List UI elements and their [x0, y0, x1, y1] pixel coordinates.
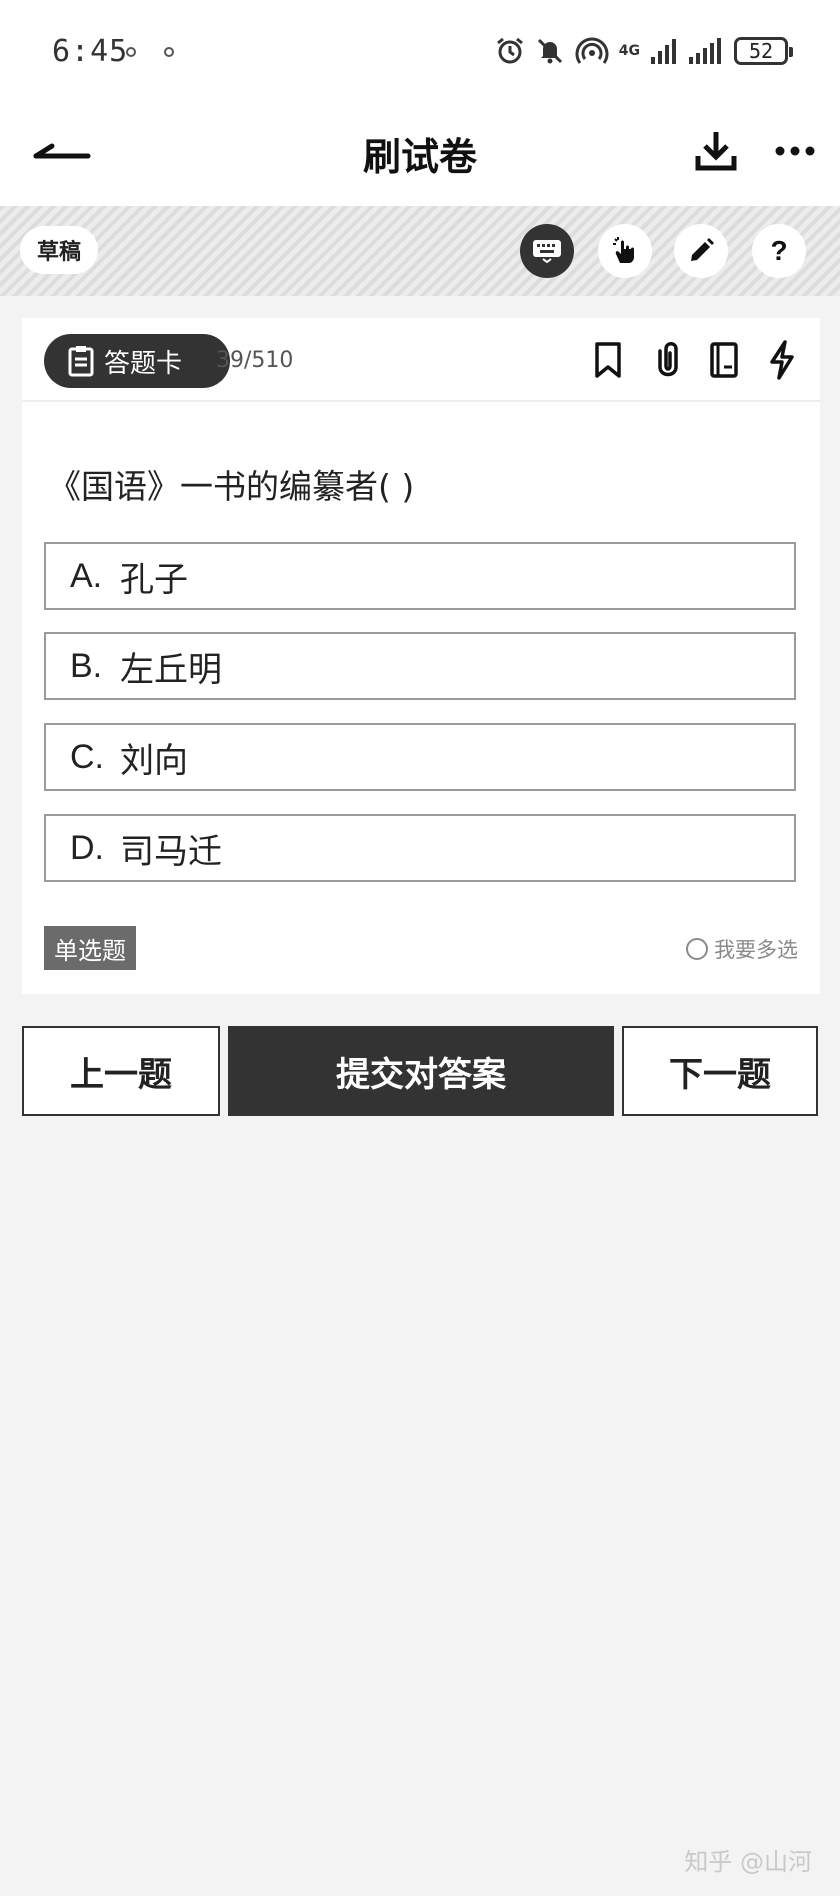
next-question-button[interactable]: 下一题 — [622, 1026, 818, 1116]
answer-card-label: 答题卡 — [104, 348, 183, 379]
paperclip-icon — [658, 342, 678, 377]
attachment-button[interactable] — [646, 338, 686, 382]
option-text: 刘向 — [120, 740, 188, 781]
option-text: 孔子 — [120, 559, 188, 600]
notes-button[interactable] — [704, 338, 744, 382]
touch-mode-button[interactable] — [598, 224, 652, 278]
mute-icon — [537, 38, 562, 64]
clipboard-icon — [68, 346, 94, 377]
signal-icon — [651, 39, 676, 64]
app-header: 刷试卷 — [0, 100, 840, 206]
notebook-icon — [710, 342, 738, 378]
status-icons: 4G 52 — [495, 34, 793, 68]
option-text: 左丘明 — [120, 649, 222, 690]
notification-dot-icon — [164, 47, 174, 57]
multi-select-toggle[interactable]: 我要多选 — [686, 934, 798, 964]
option-text: 司马迁 — [120, 831, 222, 872]
question-progress: 39/510 — [216, 348, 294, 373]
battery-level: 52 — [748, 39, 774, 63]
keyboard-icon — [533, 240, 561, 263]
bookmark-button[interactable] — [588, 338, 628, 382]
submit-answer-button[interactable]: 提交对答案 — [228, 1026, 614, 1116]
battery-icon: 52 — [734, 37, 793, 65]
draft-button[interactable]: 草稿 — [20, 226, 98, 274]
hand-pointer-icon — [613, 237, 634, 263]
pencil-icon — [691, 238, 714, 261]
answer-card-button[interactable]: 答题卡 — [44, 334, 230, 388]
lightning-icon — [770, 340, 794, 380]
option-letter: A. — [70, 556, 103, 595]
multi-select-label: 我要多选 — [714, 938, 798, 962]
question-text: 《国语》一书的编纂者( ) — [48, 467, 415, 506]
more-dots-icon — [775, 146, 815, 156]
question-type-badge: 单选题 — [44, 926, 136, 970]
network-type: 4G — [618, 43, 640, 59]
hotspot-icon — [575, 37, 609, 64]
bookmark-icon — [595, 342, 621, 378]
question-mark-icon: ? — [770, 235, 788, 266]
tool-bar: 草稿 ? — [0, 206, 840, 296]
pen-button[interactable] — [674, 224, 728, 278]
option-c[interactable]: C. 刘向 — [44, 723, 796, 791]
help-button[interactable]: ? — [752, 224, 806, 278]
status-time: 6:45 — [52, 34, 129, 69]
prev-question-button[interactable]: 上一题 — [22, 1026, 220, 1116]
quick-mode-button[interactable] — [762, 338, 802, 382]
option-letter: D. — [70, 828, 104, 867]
back-arrow-icon — [33, 143, 91, 159]
option-d[interactable]: D. 司马迁 — [44, 814, 796, 882]
option-letter: C. — [70, 737, 104, 776]
option-letter: B. — [70, 646, 103, 685]
download-icon — [695, 132, 737, 171]
card-toolbar: 答题卡 39/510 — [22, 318, 820, 402]
status-bar: 6:45 4G 52 — [0, 0, 840, 100]
back-button[interactable] — [30, 130, 94, 178]
watermark: 知乎 @山河 — [684, 1848, 812, 1876]
notification-dot-icon — [126, 47, 136, 57]
alarm-icon — [496, 37, 523, 64]
signal-icon — [689, 38, 721, 64]
download-button[interactable] — [692, 126, 740, 174]
option-a[interactable]: A. 孔子 — [44, 542, 796, 610]
option-b[interactable]: B. 左丘明 — [44, 632, 796, 700]
keyboard-button[interactable] — [520, 224, 574, 278]
more-options-button[interactable] — [772, 136, 818, 166]
radio-circle-icon — [686, 938, 708, 960]
question-card: 答题卡 39/510 《国语》一书的编纂者( ) A. 孔子 B. 左丘明 C.… — [22, 318, 820, 994]
